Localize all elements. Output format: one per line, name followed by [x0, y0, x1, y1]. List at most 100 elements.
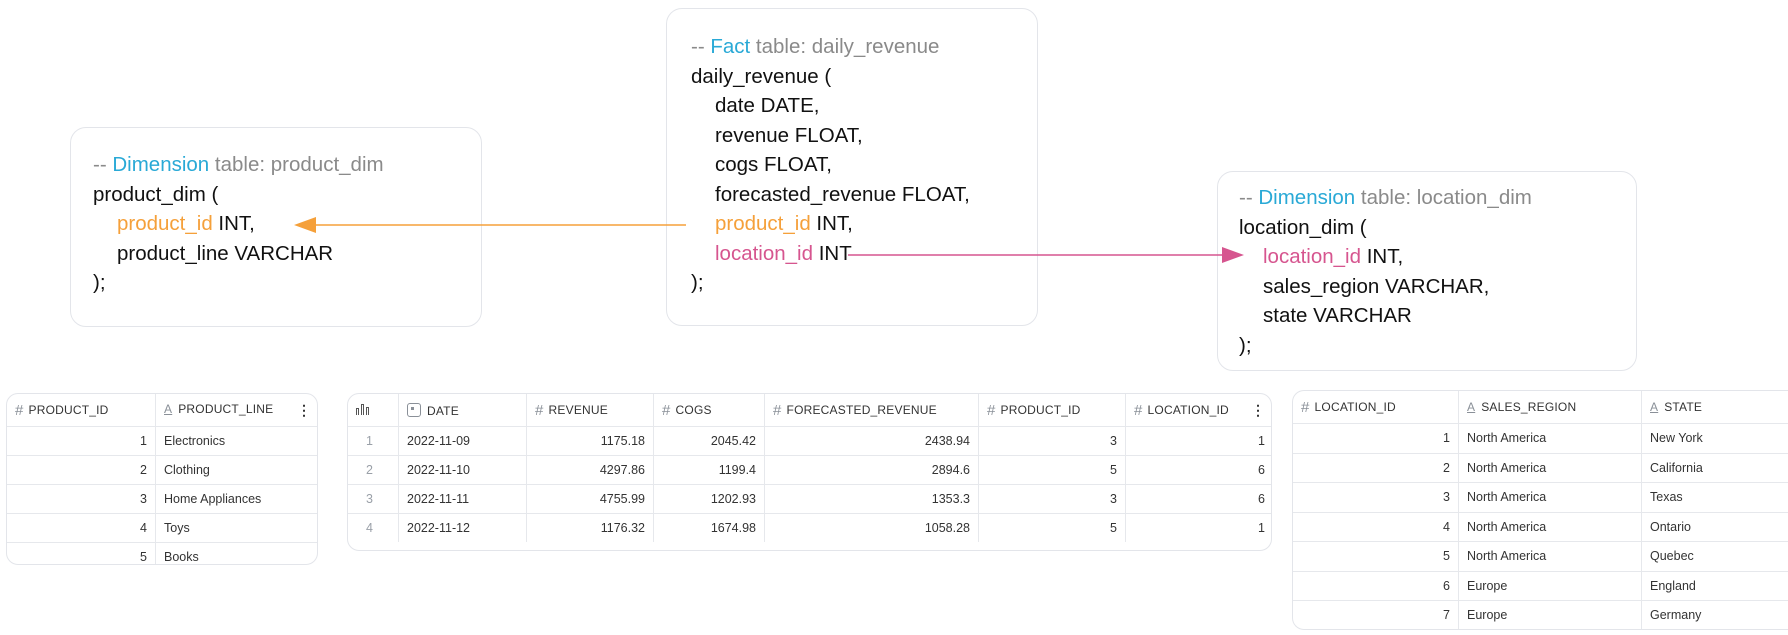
column-header-location-id[interactable]: # LOCATION_ID — [1293, 391, 1459, 424]
table-row: 2 North America California — [1293, 453, 1788, 483]
table-row: 1 Electronics — [7, 426, 317, 456]
cell-location-id: 7 — [1293, 600, 1459, 629]
cell-location-id: 3 — [1293, 482, 1459, 513]
kebab-menu-icon[interactable]: ⋮ — [1251, 402, 1265, 419]
table-row: 6 Europe England — [1293, 571, 1788, 601]
cell-location-id: 5 — [1293, 541, 1459, 572]
cell-product-id: 3 — [7, 484, 156, 514]
cell-location-id: 1 — [1125, 426, 1271, 456]
column-header-date[interactable]: DATE — [398, 394, 527, 427]
cell-product-id: 5 — [7, 542, 156, 564]
cell-state: New York — [1641, 423, 1788, 454]
table-row: 1 2022-11-09 1175.18 2045.42 2438.94 3 1 — [348, 426, 1271, 456]
table-row: 4 Toys — [7, 513, 317, 543]
location-dim-table: # LOCATION_ID A SALES_REGION A STATE 1 North… — [1292, 390, 1788, 630]
cell-location-id: 6 — [1125, 484, 1271, 514]
cell-location-id: 1 — [1293, 423, 1459, 454]
cell-revenue: 1175.18 — [526, 426, 654, 456]
hash-icon: # — [15, 401, 24, 419]
hash-icon: # — [1301, 398, 1310, 416]
kebab-menu-icon[interactable]: ⋮ — [297, 402, 311, 419]
cell-row-index: 3 — [348, 484, 399, 514]
cell-row-index: 4 — [348, 513, 399, 542]
text-a-icon: A — [1650, 400, 1659, 414]
cell-date: 2022-11-12 — [398, 513, 527, 542]
daily-revenue-table: DATE # REVENUE # COGS # FORECASTED_REVENUE … — [347, 393, 1272, 551]
column-header-cogs[interactable]: # COGS — [653, 394, 765, 427]
cell-state: Germany — [1650, 608, 1702, 623]
cell-location-id: 4 — [1293, 512, 1459, 542]
cell-product-line: Books — [164, 550, 199, 564]
table-row: 3 Home Appliances — [7, 484, 317, 514]
cell-location-id: 2 — [1293, 453, 1459, 483]
cell-sales-region: North America — [1458, 423, 1642, 454]
cell-forecasted-revenue: 2438.94 — [764, 426, 979, 456]
table-row: 7 Europe Germany — [1293, 600, 1788, 629]
table-row: 5 North America Quebec — [1293, 541, 1788, 572]
text-a-icon: A — [1467, 400, 1476, 414]
cell-revenue: 4297.86 — [526, 455, 654, 485]
table-row: 5 Books — [7, 542, 317, 564]
cell-product-id: 3 — [978, 426, 1126, 456]
cell-state: Texas — [1641, 482, 1788, 513]
cell-product-id: 5 — [978, 455, 1126, 485]
cell-product-id: 1 — [7, 426, 156, 456]
product-dim-table: # PRODUCT_ID A PRODUCT_LINE ⋮ 1 Electronics … — [6, 393, 318, 565]
table-row: 4 2022-11-12 1176.32 1674.98 1058.28 5 1 — [348, 513, 1271, 542]
table-row: 3 North America Texas — [1293, 482, 1788, 513]
cell-date: 2022-11-10 — [398, 455, 527, 485]
cell-cogs: 1202.93 — [653, 484, 765, 514]
hash-icon: # — [1134, 401, 1143, 419]
table-row: 1 North America New York — [1293, 423, 1788, 454]
column-header-state[interactable]: A STATE — [1641, 391, 1788, 424]
table-row: 4 North America Ontario — [1293, 512, 1788, 542]
column-header-product-id[interactable]: # PRODUCT_ID — [7, 394, 156, 427]
cell-sales-region: North America — [1458, 453, 1642, 483]
hash-icon: # — [662, 401, 671, 419]
hash-icon: # — [987, 401, 996, 419]
cell-sales-region: North America — [1458, 482, 1642, 513]
cell-row-index: 2 — [348, 455, 399, 485]
hash-icon: # — [773, 401, 782, 419]
cell-state: California — [1641, 453, 1788, 483]
calendar-icon — [407, 402, 421, 417]
cell-forecasted-revenue: 1058.28 — [764, 513, 979, 542]
table-header-row: DATE # REVENUE # COGS # FORECASTED_REVENUE … — [348, 394, 1271, 427]
cell-state: Ontario — [1641, 512, 1788, 542]
cell-state: England — [1641, 571, 1788, 601]
cell-product-id: 5 — [978, 513, 1126, 542]
cell-product-line: Home Appliances — [155, 484, 317, 514]
column-header-sales-region[interactable]: A SALES_REGION — [1458, 391, 1642, 424]
cell-product-id: 3 — [978, 484, 1126, 514]
column-header-revenue[interactable]: # REVENUE — [526, 394, 654, 427]
column-header-product-id[interactable]: # PRODUCT_ID — [978, 394, 1126, 427]
table-header-row: # PRODUCT_ID A PRODUCT_LINE ⋮ — [7, 394, 317, 427]
cell-product-line: Toys — [155, 513, 317, 543]
column-header-location-id[interactable]: # LOCATION_ID ⋮ — [1125, 394, 1271, 427]
cell-cogs: 1674.98 — [653, 513, 765, 542]
cell-revenue: 4755.99 — [526, 484, 654, 514]
table-row: 2 2022-11-10 4297.86 1199.4 2894.6 5 6 — [348, 455, 1271, 485]
row-index-header[interactable] — [348, 394, 399, 427]
table-header-row: # LOCATION_ID A SALES_REGION A STATE — [1293, 391, 1788, 424]
cell-product-id: 4 — [7, 513, 156, 543]
cell-sales-region: North America — [1458, 512, 1642, 542]
column-header-product-line[interactable]: A PRODUCT_LINE ⋮ — [155, 394, 317, 427]
cell-forecasted-revenue: 1353.3 — [764, 484, 979, 514]
cell-sales-region: Europe — [1458, 600, 1642, 629]
cell-date: 2022-11-09 — [398, 426, 527, 456]
cell-location-id: 6 — [1125, 455, 1271, 485]
cell-forecasted-revenue: 2894.6 — [764, 455, 979, 485]
table-row: 2 Clothing — [7, 455, 317, 485]
cell-date: 2022-11-11 — [398, 484, 527, 514]
cell-revenue: 1176.32 — [526, 513, 654, 542]
hash-icon: # — [535, 401, 544, 419]
table-row: 3 2022-11-11 4755.99 1202.93 1353.3 3 6 — [348, 484, 1271, 514]
cell-sales-region: North America — [1458, 541, 1642, 572]
cell-location-id: 1 — [1258, 521, 1265, 535]
cell-row-index: 1 — [348, 426, 399, 456]
cell-location-id: 6 — [1293, 571, 1459, 601]
text-a-icon: A — [164, 401, 173, 416]
column-header-forecasted-revenue[interactable]: # FORECASTED_REVENUE — [764, 394, 979, 427]
cell-product-id: 2 — [7, 455, 156, 485]
